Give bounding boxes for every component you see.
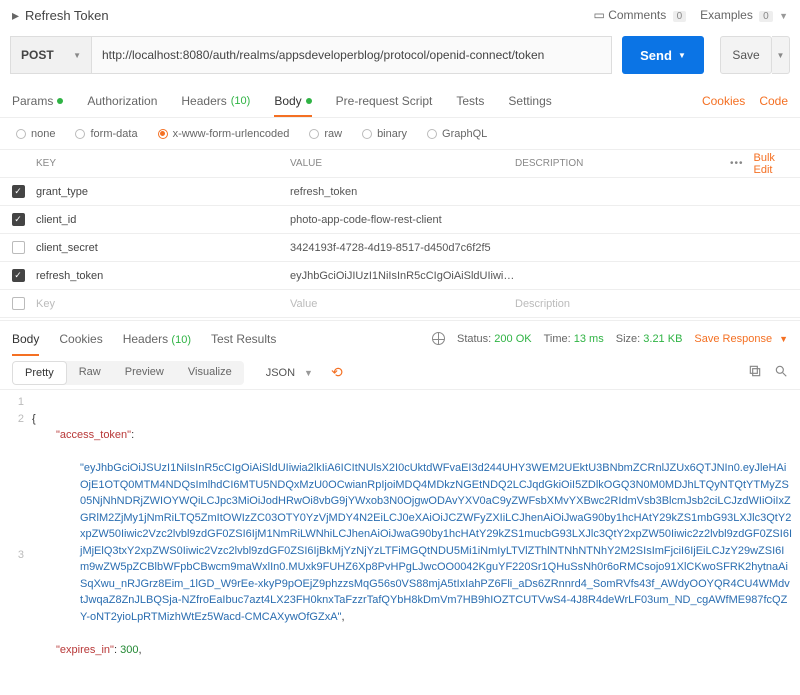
key-input[interactable]: grant_type	[36, 186, 290, 198]
view-raw[interactable]: Raw	[67, 361, 113, 385]
lang-select[interactable]: JSON▼	[258, 363, 321, 383]
value-input[interactable]: refresh_token	[290, 186, 515, 198]
dot-indicator	[57, 98, 63, 104]
view-preview[interactable]: Preview	[113, 361, 176, 385]
bodytype-none[interactable]: none	[16, 128, 55, 140]
kv-header-key: KEY	[0, 158, 290, 169]
value-input[interactable]: 3424193f-4728-4d19-8517-d450d7c6f2f5	[290, 242, 515, 254]
value-input[interactable]: eyJhbGciOiJIUzI1NiIsInR5cCIgOiAiSldUIiwi…	[290, 270, 515, 282]
request-title: Refresh Token	[25, 8, 594, 23]
key-input[interactable]: refresh_token	[36, 270, 290, 282]
cookies-link[interactable]: Cookies	[702, 94, 745, 108]
key-input[interactable]: client_id	[36, 214, 290, 226]
save-response-dropdown[interactable]: Save Response▼	[694, 333, 788, 345]
more-icon[interactable]: •••	[730, 158, 744, 169]
view-pretty[interactable]: Pretty	[12, 361, 67, 385]
examples-dropdown[interactable]: Examples 0 ▼	[700, 8, 788, 22]
chevron-down-icon: ▼	[678, 51, 686, 60]
wrap-icon[interactable]: ⟲	[331, 364, 343, 381]
value-input[interactable]: Value	[290, 298, 515, 310]
send-button[interactable]: Send ▼	[622, 36, 704, 74]
key-input[interactable]: client_secret	[36, 242, 290, 254]
save-button[interactable]: Save	[720, 36, 772, 74]
bodytype-urlencoded[interactable]: x-www-form-urlencoded	[158, 128, 290, 140]
bodytype-graphql[interactable]: GraphQL	[427, 128, 487, 140]
dot-indicator	[306, 98, 312, 104]
table-row: client_idphoto-app-code-flow-rest-client	[0, 206, 800, 234]
resp-tab-headers[interactable]: Headers (10)	[123, 332, 191, 346]
tab-authorization[interactable]: Authorization	[87, 94, 157, 108]
search-icon[interactable]	[774, 364, 788, 381]
table-row: client_secret3424193f-4728-4d19-8517-d45…	[0, 234, 800, 262]
row-checkbox[interactable]	[12, 297, 25, 310]
tab-params[interactable]: Params	[12, 94, 63, 108]
size-text: Size: 3.21 KB	[616, 333, 683, 345]
kv-header-value: VALUE	[290, 158, 515, 169]
status-text: Status: 200 OK	[457, 333, 532, 345]
row-checkbox[interactable]	[12, 213, 25, 226]
bodytype-binary[interactable]: binary	[362, 128, 407, 140]
row-checkbox[interactable]	[12, 269, 25, 282]
response-body[interactable]: 123 { "access_token": "eyJhbGciOiJSUzI1N…	[0, 390, 800, 695]
tab-headers[interactable]: Headers (10)	[181, 94, 250, 108]
table-row: grant_typerefresh_token	[0, 178, 800, 206]
row-checkbox[interactable]	[12, 185, 25, 198]
tab-prerequest[interactable]: Pre-request Script	[336, 94, 433, 108]
bodytype-raw[interactable]: raw	[309, 128, 342, 140]
copy-icon[interactable]	[748, 364, 762, 381]
tab-settings[interactable]: Settings	[508, 94, 551, 108]
resp-tab-cookies[interactable]: Cookies	[59, 332, 102, 346]
bodytype-form-data[interactable]: form-data	[75, 128, 137, 140]
time-text: Time: 13 ms	[544, 333, 604, 345]
bulk-edit-link[interactable]: Bulk Edit	[754, 152, 790, 176]
chevron-down-icon: ▼	[73, 51, 81, 60]
tab-tests[interactable]: Tests	[456, 94, 484, 108]
table-row: refresh_tokeneyJhbGciOiJIUzI1NiIsInR5cCI…	[0, 262, 800, 290]
key-input[interactable]: Key	[36, 298, 290, 310]
code-link[interactable]: Code	[759, 94, 788, 108]
desc-input[interactable]: Description	[515, 298, 800, 310]
back-arrow-icon[interactable]: ▸	[12, 7, 19, 24]
value-input[interactable]: photo-app-code-flow-rest-client	[290, 214, 515, 226]
resp-tab-body[interactable]: Body	[12, 332, 39, 346]
comments-button[interactable]: ▭ Comments 0	[594, 8, 687, 22]
row-checkbox[interactable]	[12, 241, 25, 254]
url-input[interactable]: http://localhost:8080/auth/realms/appsde…	[92, 36, 612, 74]
globe-icon[interactable]	[432, 332, 445, 345]
method-select[interactable]: POST ▼	[10, 36, 92, 74]
save-dropdown[interactable]: ▼	[772, 36, 790, 74]
tab-body[interactable]: Body	[274, 94, 311, 108]
view-visualize[interactable]: Visualize	[176, 361, 244, 385]
resp-tab-testresults[interactable]: Test Results	[211, 332, 276, 346]
kv-header-desc: DESCRIPTION	[515, 158, 730, 169]
